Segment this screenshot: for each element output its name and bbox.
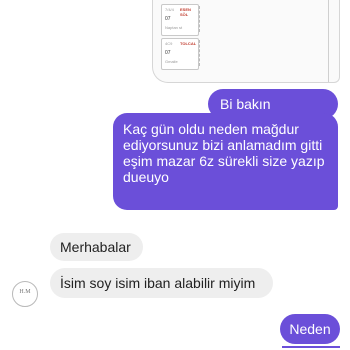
scroll-indicator — [282, 346, 340, 348]
ticket-code: 7/4/4 — [165, 7, 174, 12]
card-divider — [328, 0, 329, 82]
ticket-name: ESEN SÖL — [180, 7, 191, 17]
avatar[interactable]: H.M — [12, 281, 38, 307]
ticket-perforation — [199, 6, 203, 32]
message-text: Neden — [289, 321, 331, 337]
ticket-card: 4C9 TOLCAL 07 Gmaile — [161, 38, 199, 70]
ticket-code: 4C9 — [165, 41, 173, 46]
message-bubble-sent[interactable]: Neden — [280, 314, 340, 344]
avatar-initials: H.M — [19, 289, 31, 295]
ticket-name: TOLCAL — [180, 41, 197, 46]
message-bubble-received[interactable]: Merhabalar — [50, 233, 143, 261]
chat-thread: 7/4/4 ESEN SÖL 07 Naptan st 4C9 TOLCAL 0… — [0, 0, 350, 350]
ticket-number: 07 — [165, 50, 171, 56]
ticket-card: 7/4/4 ESEN SÖL 07 Naptan st — [161, 4, 199, 36]
ticket-perforation — [199, 40, 203, 66]
ticket-sub: Naptan st — [165, 25, 183, 30]
shared-image[interactable]: 7/4/4 ESEN SÖL 07 Naptan st 4C9 TOLCAL 0… — [152, 0, 340, 83]
message-line: eşim mazar 6z sürekli size yazıp — [123, 153, 325, 169]
message-bubble-sent[interactable]: Kaç gün oldu neden mağdur ediyorsunuz bi… — [113, 113, 338, 210]
ticket-sub: Gmaile — [165, 59, 178, 64]
message-line: Kaç gün oldu neden mağdur — [123, 121, 299, 137]
ticket-number: 07 — [165, 16, 171, 22]
message-line: ediyorsunuz bizi anlamadım gitti — [123, 137, 323, 153]
message-text: Merhabalar — [60, 239, 131, 255]
message-text: İsim soy isim iban alabilir miyim — [60, 275, 256, 291]
message-bubble-received[interactable]: İsim soy isim iban alabilir miyim — [50, 268, 273, 298]
message-line: dueuyo — [123, 169, 169, 185]
